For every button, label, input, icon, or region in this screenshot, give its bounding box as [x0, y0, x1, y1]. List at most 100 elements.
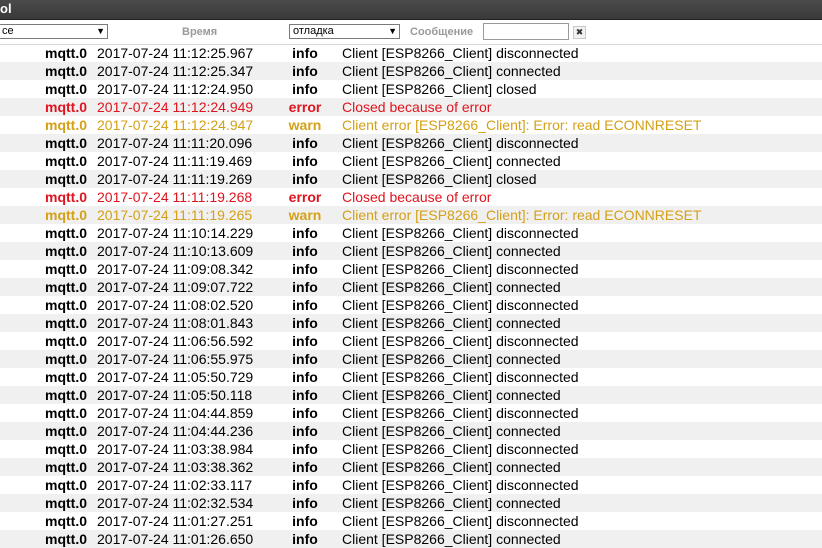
log-message: Client [ESP8266_Client] disconnected	[342, 477, 579, 493]
log-row: mqtt.0 2017-07-24 11:01:27.251 info Client …	[0, 512, 822, 530]
log-severity: info	[292, 495, 318, 511]
source-filter-value: ce	[2, 25, 14, 37]
clear-filter-button[interactable]: ✖	[573, 26, 586, 39]
log-severity: info	[292, 387, 318, 403]
log-message: Client error [ESP8266_Client]: Error: re…	[342, 207, 702, 223]
log-timestamp: 2017-07-24 11:03:38.984	[97, 441, 254, 457]
log-row: mqtt.0 2017-07-24 11:12:25.967 info Client …	[0, 44, 822, 62]
log-row: mqtt.0 2017-07-24 11:12:24.950 info Client …	[0, 80, 822, 98]
log-severity: info	[292, 297, 318, 313]
log-timestamp: 2017-07-24 11:06:56.592	[97, 333, 254, 349]
log-severity: info	[292, 243, 318, 259]
log-source: mqtt.0	[45, 135, 87, 151]
log-timestamp: 2017-07-24 11:03:38.362	[97, 459, 254, 475]
log-timestamp: 2017-07-24 11:06:55.975	[97, 351, 254, 367]
log-severity: info	[292, 63, 318, 79]
log-timestamp: 2017-07-24 11:05:50.729	[97, 369, 254, 385]
log-row: mqtt.0 2017-07-24 11:02:33.117 info Client …	[0, 476, 822, 494]
log-severity: info	[292, 225, 318, 241]
log-row: mqtt.0 2017-07-24 11:01:26.650 info Client …	[0, 530, 822, 548]
log-row: mqtt.0 2017-07-24 11:10:13.609 info Client …	[0, 242, 822, 260]
log-severity: info	[292, 45, 318, 61]
close-icon: ✖	[575, 27, 584, 37]
log-message: Client [ESP8266_Client] disconnected	[342, 441, 579, 457]
log-timestamp: 2017-07-24 11:12:24.947	[97, 117, 254, 133]
log-severity: warn	[288, 207, 322, 223]
log-timestamp: 2017-07-24 11:12:24.949	[97, 99, 254, 115]
log-row: mqtt.0 2017-07-24 11:12:24.947 warn Client …	[0, 116, 822, 134]
log-message: Client [ESP8266_Client] closed	[342, 171, 537, 187]
log-source: mqtt.0	[45, 531, 87, 547]
log-severity: info	[292, 459, 318, 475]
log-severity: info	[292, 261, 318, 277]
log-severity: warn	[288, 117, 322, 133]
log-severity: info	[292, 369, 318, 385]
log-source: mqtt.0	[45, 315, 87, 331]
chevron-down-icon: ▼	[96, 26, 105, 36]
log-message: Client error [ESP8266_Client]: Error: re…	[342, 117, 702, 133]
log-severity: info	[292, 441, 318, 457]
log-row: mqtt.0 2017-07-24 11:11:19.469 info Client …	[0, 152, 822, 170]
log-timestamp: 2017-07-24 11:01:27.251	[97, 513, 254, 529]
log-row: mqtt.0 2017-07-24 11:12:25.347 info Client …	[0, 62, 822, 80]
log-message: Client [ESP8266_Client] disconnected	[342, 225, 579, 241]
log-message: Client [ESP8266_Client] disconnected	[342, 369, 579, 385]
log-severity: info	[292, 513, 318, 529]
log-message: Client [ESP8266_Client] connected	[342, 531, 561, 547]
log-severity: error	[288, 99, 322, 115]
log-source: mqtt.0	[45, 189, 87, 205]
log-severity: info	[292, 135, 318, 151]
log-source: mqtt.0	[45, 63, 87, 79]
log-timestamp: 2017-07-24 11:09:08.342	[97, 261, 254, 277]
log-row: mqtt.0 2017-07-24 11:09:08.342 info Client …	[0, 260, 822, 278]
source-filter-select[interactable]: ce ▼	[0, 24, 108, 39]
log-row: mqtt.0 2017-07-24 11:03:38.362 info Client …	[0, 458, 822, 476]
log-source: mqtt.0	[45, 441, 87, 457]
window-title: ol	[0, 1, 12, 16]
log-source: mqtt.0	[45, 297, 87, 313]
level-filter-value: отладка	[293, 25, 334, 37]
log-source: mqtt.0	[45, 387, 87, 403]
log-source: mqtt.0	[45, 513, 87, 529]
log-table: mqtt.0 2017-07-24 11:12:25.967 info Client …	[0, 44, 822, 548]
log-source: mqtt.0	[45, 279, 87, 295]
log-timestamp: 2017-07-24 11:04:44.859	[97, 405, 254, 421]
log-message: Client [ESP8266_Client] connected	[342, 153, 561, 169]
log-timestamp: 2017-07-24 11:11:20.096	[97, 135, 253, 151]
log-row: mqtt.0 2017-07-24 11:11:19.269 info Client …	[0, 170, 822, 188]
log-severity: info	[292, 81, 318, 97]
log-message: Client [ESP8266_Client] disconnected	[342, 261, 579, 277]
log-message: Client [ESP8266_Client] closed	[342, 81, 537, 97]
log-source: mqtt.0	[45, 333, 87, 349]
log-source: mqtt.0	[45, 81, 87, 97]
log-source: mqtt.0	[45, 369, 87, 385]
log-severity: info	[292, 315, 318, 331]
log-timestamp: 2017-07-24 11:08:01.843	[97, 315, 254, 331]
log-row: mqtt.0 2017-07-24 11:11:19.265 warn Client …	[0, 206, 822, 224]
filter-bar: ce ▼ Время отладка ▼ Сообщение ✖	[0, 20, 822, 45]
log-source: mqtt.0	[45, 153, 87, 169]
title-bar: ol	[0, 0, 822, 20]
log-timestamp: 2017-07-24 11:11:19.268	[97, 189, 253, 205]
chevron-down-icon: ▼	[388, 26, 397, 36]
log-severity: info	[292, 477, 318, 493]
log-message: Closed because of error	[342, 99, 492, 115]
log-timestamp: 2017-07-24 11:04:44.236	[97, 423, 254, 439]
message-column-header: Сообщение	[410, 26, 474, 38]
log-row: mqtt.0 2017-07-24 11:05:50.729 info Client …	[0, 368, 822, 386]
log-message: Client [ESP8266_Client] disconnected	[342, 513, 579, 529]
message-filter-input[interactable]	[483, 23, 569, 40]
log-source: mqtt.0	[45, 207, 87, 223]
log-message: Closed because of error	[342, 189, 492, 205]
log-row: mqtt.0 2017-07-24 11:04:44.236 info Client …	[0, 422, 822, 440]
log-row: mqtt.0 2017-07-24 11:12:24.949 error Closed…	[0, 98, 822, 116]
log-timestamp: 2017-07-24 11:01:26.650	[97, 531, 254, 547]
log-source: mqtt.0	[45, 459, 87, 475]
time-column-header: Время	[182, 26, 218, 38]
level-filter-select[interactable]: отладка ▼	[289, 24, 400, 39]
log-timestamp: 2017-07-24 11:12:25.347	[97, 63, 254, 79]
log-source: mqtt.0	[45, 243, 87, 259]
log-timestamp: 2017-07-24 11:09:07.722	[97, 279, 254, 295]
log-timestamp: 2017-07-24 11:02:33.117	[97, 477, 253, 493]
log-source: mqtt.0	[45, 99, 87, 115]
